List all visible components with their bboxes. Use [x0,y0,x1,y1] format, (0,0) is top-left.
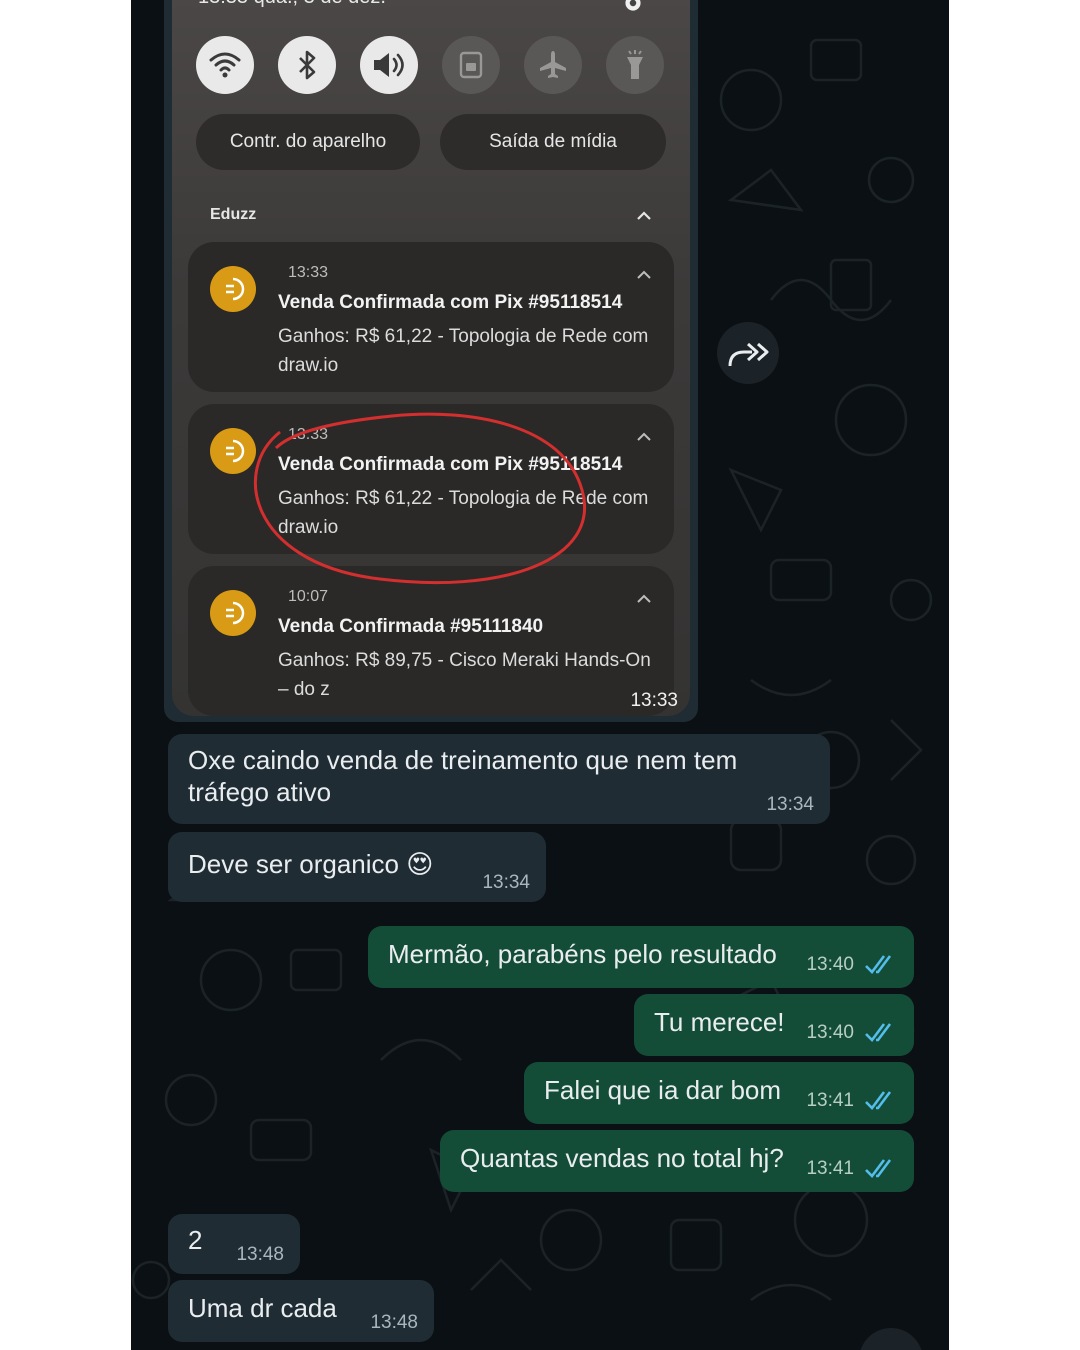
message-text: Deve ser organico 😍 [188,849,434,879]
message-text: Oxe caindo venda de treinamento que nem … [188,745,738,807]
message-text: Uma dr cada [188,1293,337,1323]
image-message-time: 13:33 [630,690,678,711]
message-time: 13:48 [236,1244,284,1265]
message-text: Tu merece! [654,1007,785,1037]
message-bubble-outgoing[interactable]: Mermão, parabéns pelo resultado 13:40 [368,926,914,988]
read-receipt-icon [865,1091,892,1110]
read-receipt-icon [865,955,892,974]
message-bubble-incoming[interactable]: Deve ser organico 😍 13:34 [168,832,546,902]
message-time: 13:48 [370,1312,418,1333]
forward-icon [728,342,769,367]
message-time: 13:34 [482,872,530,893]
message-time: 13:40 [806,954,854,975]
message-bubble-outgoing[interactable]: Falei que ia dar bom 13:41 [524,1062,914,1124]
message-bubble-incoming[interactable]: Oxe caindo venda de treinamento que nem … [168,734,830,824]
message-time: 13:41 [806,1158,854,1179]
message-text: Falei que ia dar bom [544,1075,782,1105]
chat-screen: 13:33 qua., 3 de dez. [131,0,949,1350]
image-message[interactable]: 13:33 qua., 3 de dez. [164,0,698,722]
message-text: Mermão, parabéns pelo resultado [388,939,777,969]
message-bubble-incoming[interactable]: 2 13:48 [168,1214,300,1274]
read-receipt-icon [865,1159,892,1178]
message-time: 13:40 [806,1022,854,1043]
annotation-circle [254,412,586,585]
message-time: 13:41 [806,1090,854,1111]
notification-shade-screenshot: 13:33 qua., 3 de dez. [172,0,690,716]
message-bubble-incoming[interactable]: Uma dr cada 13:48 [168,1280,434,1342]
message-time: 13:34 [766,794,814,815]
message-text: 2 [188,1225,203,1255]
message-bubble-outgoing[interactable]: Tu merece! 13:40 [634,994,914,1056]
read-receipt-icon [865,1023,892,1042]
message-text: Quantas vendas no total hj? [460,1143,784,1173]
forward-button[interactable] [717,322,779,384]
message-bubble-outgoing[interactable]: Quantas vendas no total hj? 13:41 [440,1130,914,1192]
